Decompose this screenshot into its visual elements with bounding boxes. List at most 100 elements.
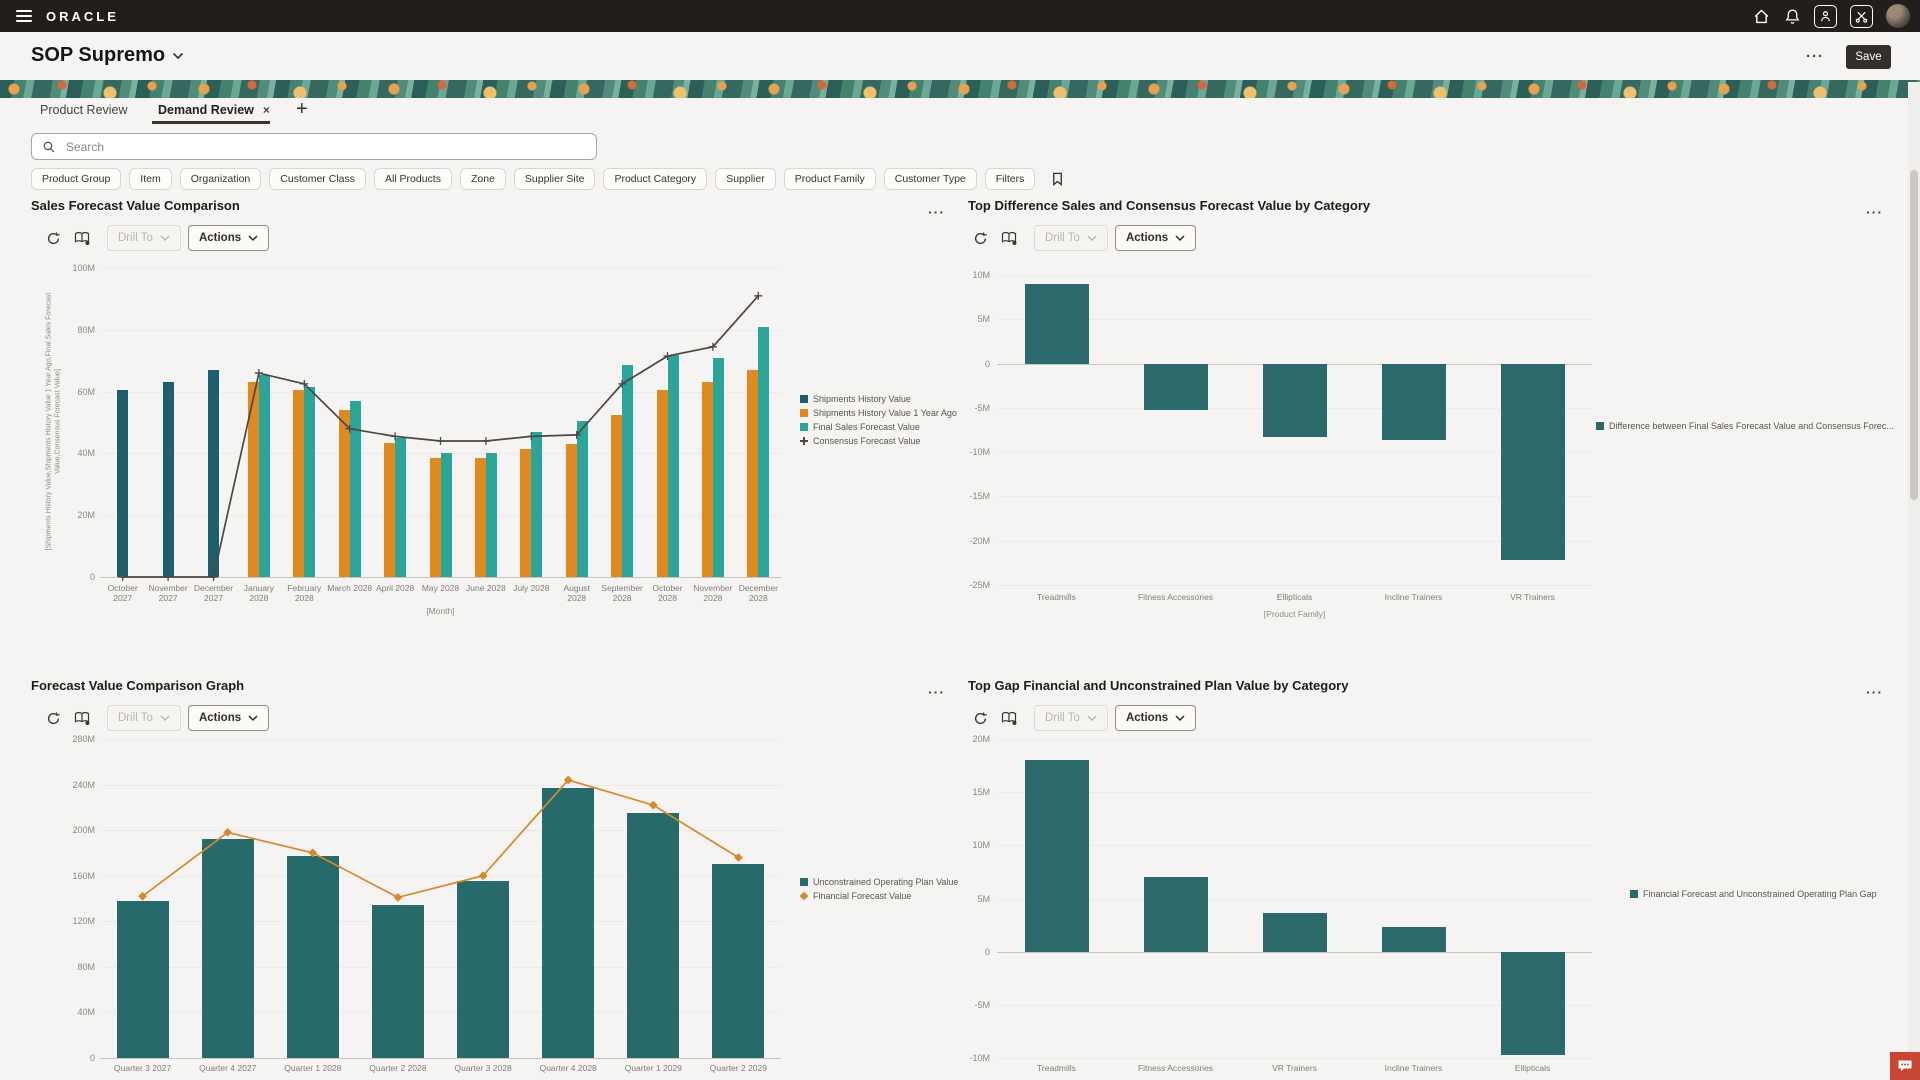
bar[interactable] — [747, 370, 758, 577]
bar[interactable] — [248, 382, 259, 577]
refresh-icon[interactable] — [973, 711, 988, 726]
bar[interactable] — [1501, 952, 1565, 1055]
oracle-logo[interactable]: ORACLE — [46, 9, 119, 24]
bar[interactable] — [611, 415, 622, 577]
bar[interactable] — [577, 421, 588, 577]
bar[interactable] — [713, 358, 724, 577]
notifications-bell-icon[interactable] — [1783, 7, 1801, 25]
drill-to-button[interactable]: Drill To — [107, 225, 181, 251]
scrollbar-thumb[interactable] — [1910, 170, 1918, 500]
bar[interactable] — [117, 390, 128, 577]
bar[interactable] — [627, 813, 679, 1058]
actions-button[interactable]: Actions — [1115, 225, 1196, 251]
bar[interactable] — [566, 444, 577, 577]
save-button[interactable]: Save — [1846, 45, 1891, 69]
bar[interactable] — [1263, 913, 1327, 951]
bar[interactable] — [441, 453, 452, 577]
bar[interactable] — [208, 370, 219, 577]
bar[interactable] — [202, 839, 254, 1058]
bar[interactable] — [702, 382, 713, 577]
chip-item[interactable]: Item — [129, 168, 171, 190]
refresh-icon[interactable] — [46, 711, 61, 726]
tab-product-review[interactable]: Product Review — [40, 103, 128, 117]
bar[interactable] — [372, 905, 424, 1058]
chip-customer-class[interactable]: Customer Class — [269, 168, 366, 190]
actions-button[interactable]: Actions — [188, 225, 269, 251]
actions-button[interactable]: Actions — [1115, 705, 1196, 731]
chip-zone[interactable]: Zone — [460, 168, 506, 190]
bar[interactable] — [117, 901, 169, 1058]
tab-demand-review[interactable]: Demand Review × — [158, 103, 270, 117]
open-book-icon[interactable] — [1001, 711, 1018, 726]
chip-organization[interactable]: Organization — [180, 168, 262, 190]
refresh-icon[interactable] — [46, 231, 61, 246]
drill-to-button[interactable]: Drill To — [1034, 225, 1108, 251]
bar[interactable] — [1263, 364, 1327, 438]
chip-product-family[interactable]: Product Family — [784, 168, 876, 190]
chip-product-category[interactable]: Product Category — [603, 168, 707, 190]
bar[interactable] — [542, 788, 594, 1058]
open-book-icon[interactable] — [74, 711, 91, 726]
panel-menu-button[interactable]: ··· — [928, 204, 945, 220]
home-icon[interactable] — [1752, 7, 1770, 25]
chip-supplier[interactable]: Supplier — [715, 168, 776, 190]
plan-title-dropdown[interactable]: SOP Supremo — [31, 44, 184, 67]
vertical-scrollbar[interactable] — [1908, 82, 1920, 1080]
bar[interactable] — [475, 458, 486, 577]
bar[interactable] — [339, 410, 350, 577]
bar[interactable] — [259, 375, 270, 577]
bar[interactable] — [287, 856, 339, 1058]
open-book-icon[interactable] — [1001, 231, 1018, 246]
bar[interactable] — [384, 443, 395, 577]
panel-menu-button[interactable]: ··· — [1866, 204, 1883, 220]
user-avatar[interactable] — [1886, 4, 1910, 28]
bar[interactable] — [758, 327, 769, 577]
chat-bubble-icon — [1897, 1059, 1913, 1073]
bar[interactable] — [1025, 760, 1089, 951]
bar[interactable] — [1382, 364, 1446, 440]
drill-to-button[interactable]: Drill To — [1034, 705, 1108, 731]
refresh-icon[interactable] — [973, 231, 988, 246]
add-tab-button[interactable]: + — [296, 98, 308, 121]
topbar-clip-icon[interactable] — [1850, 5, 1873, 28]
bar[interactable] — [457, 881, 509, 1058]
close-tab-icon[interactable]: × — [263, 103, 270, 117]
bar[interactable] — [486, 453, 497, 577]
chat-feedback-button[interactable] — [1890, 1052, 1920, 1080]
bar[interactable] — [350, 401, 361, 577]
bar[interactable] — [531, 432, 542, 577]
hamburger-menu-icon[interactable] — [16, 10, 32, 22]
bar[interactable] — [1144, 877, 1208, 951]
bar[interactable] — [1382, 927, 1446, 952]
open-book-icon[interactable] — [74, 231, 91, 246]
bar[interactable] — [657, 390, 668, 577]
x-tick-label: Quarter 3 2027 — [97, 1063, 189, 1073]
y-tick-label: -20M — [930, 536, 990, 546]
chip-all-products[interactable]: All Products — [374, 168, 452, 190]
bar[interactable] — [1501, 364, 1565, 561]
search-input[interactable] — [64, 139, 586, 155]
panel-menu-button[interactable]: ··· — [1866, 684, 1883, 700]
bookmark-icon[interactable] — [1050, 171, 1065, 187]
bar[interactable] — [293, 390, 304, 577]
header-overflow-menu-button[interactable]: ··· — [1806, 48, 1824, 65]
bar[interactable] — [304, 387, 315, 577]
bar[interactable] — [163, 382, 174, 577]
drill-to-button[interactable]: Drill To — [107, 705, 181, 731]
bar[interactable] — [395, 438, 406, 577]
panel-menu-button[interactable]: ··· — [928, 684, 945, 700]
bar[interactable] — [712, 864, 764, 1058]
bar[interactable] — [668, 355, 679, 578]
bar[interactable] — [1144, 364, 1208, 411]
chip-filters[interactable]: Filters — [985, 168, 1036, 190]
bar[interactable] — [430, 458, 441, 577]
topbar-shortcut-icon[interactable] — [1814, 5, 1837, 28]
chip-supplier-site[interactable]: Supplier Site — [514, 168, 596, 190]
bar[interactable] — [520, 449, 531, 577]
bar[interactable] — [1025, 284, 1089, 364]
y-axis-title: [Shipments History Value,Shipments Histo… — [46, 267, 63, 577]
bar[interactable] — [622, 365, 633, 577]
chip-customer-type[interactable]: Customer Type — [884, 168, 977, 190]
chip-product-group[interactable]: Product Group — [31, 168, 121, 190]
actions-button[interactable]: Actions — [188, 705, 269, 731]
